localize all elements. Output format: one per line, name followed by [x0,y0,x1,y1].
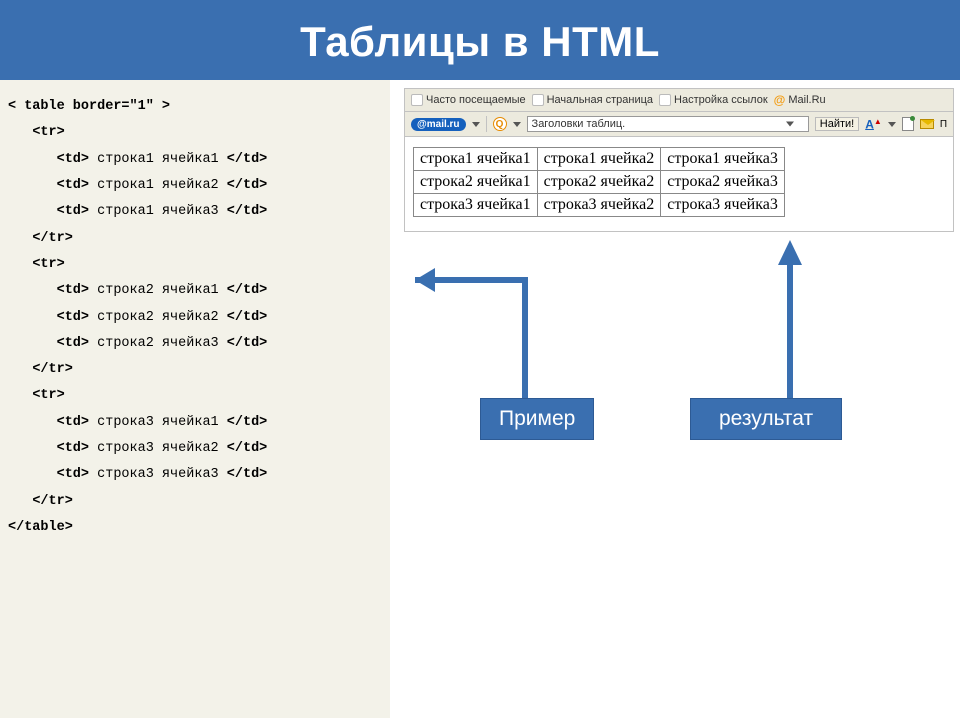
code-line: </tr> [8,489,380,515]
table-cell: строка1 ячейка3 [661,148,785,171]
chevron-down-icon[interactable] [786,122,794,127]
code-line: <td> строка1 ячейка2 </td> [8,173,380,199]
separator [486,116,487,132]
bookmark-icon [532,94,544,106]
example-label: Пример [480,398,594,440]
table-cell: строка2 ячейка2 [537,171,661,194]
search-engine-icon[interactable]: Q [493,117,507,131]
mail-icon[interactable] [920,119,934,129]
bookmark-start[interactable]: Начальная страница [532,94,653,106]
code-line: <td> строка3 ячейка2 </td> [8,436,380,462]
at-icon: @ [774,93,786,107]
bookmark-links[interactable]: Настройка ссылок [659,94,768,106]
search-input[interactable]: Заголовки таблиц. [527,116,809,132]
table-cell: строка1 ячейка2 [537,148,661,171]
bookmark-mail[interactable]: @Mail.Ru [774,93,826,107]
result-arrow [730,210,850,410]
bookmark-frequent[interactable]: Часто посещаемые [411,94,526,106]
table-cell: строка3 ячейка2 [537,194,661,217]
code-line: <tr> [8,120,380,146]
table-cell: строка2 ячейка1 [414,171,538,194]
code-line: < table border="1" > [8,94,380,120]
table-cell: строка2 ячейка3 [661,171,785,194]
code-line: <td> строка2 ячейка1 </td> [8,278,380,304]
code-line: <tr> [8,383,380,409]
font-size-icon[interactable]: A▲ [865,117,882,132]
table-row: строка3 ячейка1 строка3 ячейка2 строка3 … [414,194,785,217]
bookmark-bar: Часто посещаемые Начальная страница Наст… [405,89,953,112]
table-row: строка1 ячейка1 строка1 ячейка2 строка1 … [414,148,785,171]
chevron-down-icon[interactable] [513,122,521,127]
slide-title: Таблицы в HTML [0,0,960,80]
bookmark-icon [659,94,671,106]
chevron-down-icon[interactable] [888,122,896,127]
result-label: результат [690,398,842,440]
rendered-table: строка1 ячейка1 строка1 ячейка2 строка1 … [413,147,785,217]
browser-mock: Часто посещаемые Начальная страница Наст… [404,88,954,232]
code-line: <td> строка3 ячейка1 </td> [8,410,380,436]
note-icon[interactable] [902,117,914,131]
code-line: <td> строка1 ячейка3 </td> [8,199,380,225]
code-line: <tr> [8,252,380,278]
code-line: <td> строка3 ячейка3 </td> [8,462,380,488]
code-line: <td> строка2 ячейка3 </td> [8,331,380,357]
table-cell: строка1 ячейка1 [414,148,538,171]
toolbar-icons: A▲ П [865,117,947,132]
bookmark-icon [411,94,423,106]
code-line: <td> строка1 ячейка1 </td> [8,147,380,173]
search-toolbar: @mail.ru Q Заголовки таблиц. Найти! A▲ П [405,112,953,137]
browser-body: строка1 ячейка1 строка1 ячейка2 строка1 … [405,137,953,231]
content-area: < table border="1" > <tr> <td> строка1 я… [0,80,960,718]
code-panel: < table border="1" > <tr> <td> строка1 я… [0,80,390,718]
find-button[interactable]: Найти! [815,117,859,131]
table-cell: строка3 ячейка1 [414,194,538,217]
code-line: </tr> [8,226,380,252]
po-label: П [940,119,947,130]
code-line: </table> [8,515,380,541]
mail-badge[interactable]: @mail.ru [411,118,466,131]
result-panel: Часто посещаемые Начальная страница Наст… [390,80,960,718]
code-line: </tr> [8,357,380,383]
code-line: <td> строка2 ячейка2 </td> [8,305,380,331]
chevron-down-icon[interactable] [472,122,480,127]
table-row: строка2 ячейка1 строка2 ячейка2 строка2 … [414,171,785,194]
